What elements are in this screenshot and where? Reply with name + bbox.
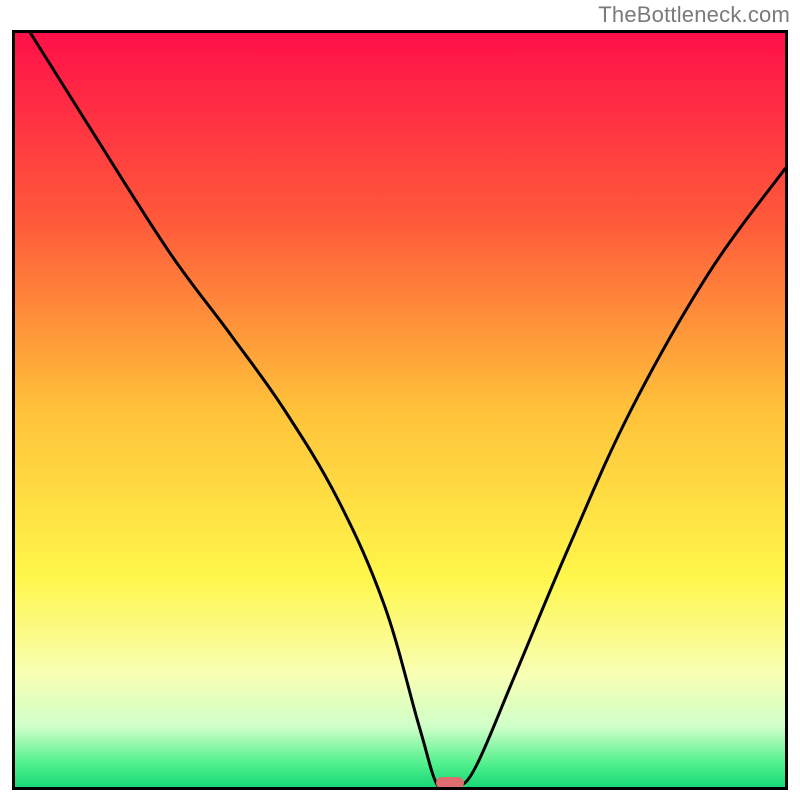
curve-layer xyxy=(15,33,785,787)
gradient-background xyxy=(15,33,785,787)
bottleneck-curve xyxy=(30,33,785,787)
gradient-rect xyxy=(15,33,785,787)
chart-container: TheBottleneck.com xyxy=(0,0,800,800)
plot-area xyxy=(12,30,788,790)
minimum-marker xyxy=(436,777,464,789)
watermark-text: TheBottleneck.com xyxy=(598,2,790,28)
